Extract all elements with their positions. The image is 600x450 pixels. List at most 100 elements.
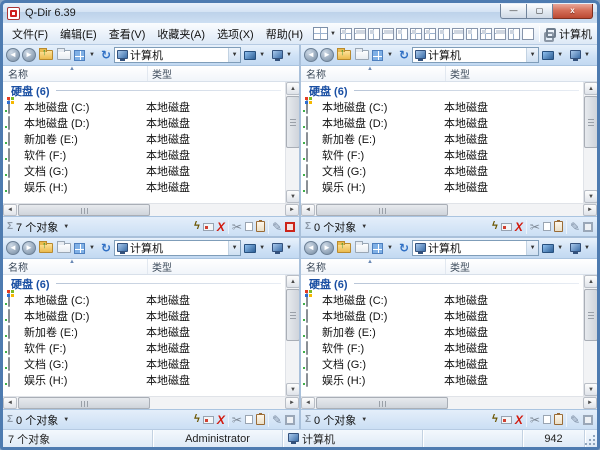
list-item[interactable]: 本地磁盘 (D:)本地磁盘 xyxy=(3,308,285,324)
column-header-type[interactable]: 类型 xyxy=(148,259,299,274)
menu-help[interactable]: 帮助(H) xyxy=(260,24,309,44)
menu-address-label[interactable]: 计算机 xyxy=(559,26,592,42)
active-pane-indicator[interactable] xyxy=(285,415,295,425)
up-folder-button[interactable] xyxy=(39,243,53,253)
scroll-up-icon[interactable]: ▲ xyxy=(584,275,597,288)
list-item[interactable]: 娱乐 (H:)本地磁盘 xyxy=(301,179,583,195)
computer-dropdown-button[interactable]: ▼ xyxy=(569,242,594,255)
list-item[interactable]: 文档 (G:)本地磁盘 xyxy=(3,356,285,372)
list-item[interactable]: 新加卷 (E:)本地磁盘 xyxy=(301,324,583,340)
desktop-dropdown-button[interactable]: ▼ xyxy=(243,50,269,61)
copy-icon[interactable] xyxy=(245,415,253,424)
menu-file[interactable]: 文件(F) xyxy=(6,24,54,44)
link-icon[interactable] xyxy=(544,28,556,40)
rename-icon[interactable] xyxy=(501,416,512,424)
vertical-scrollbar[interactable]: ▲ ▼ xyxy=(583,275,597,396)
paste-icon[interactable] xyxy=(554,414,563,425)
folder-button[interactable] xyxy=(57,243,71,253)
vertical-scrollbar[interactable]: ▲ ▼ xyxy=(583,82,597,203)
address-combo[interactable]: 计算机 ▼ xyxy=(114,240,241,256)
flash-icon[interactable]: ϟ xyxy=(492,221,498,232)
scroll-down-icon[interactable]: ▼ xyxy=(286,383,299,396)
minimize-button[interactable]: — xyxy=(500,4,527,19)
list-item[interactable]: 本地磁盘 (D:)本地磁盘 xyxy=(3,115,285,131)
layout-option-icon-14[interactable] xyxy=(522,28,534,40)
object-count[interactable]: 0 个对象 xyxy=(314,412,356,428)
menu-options[interactable]: 选项(X) xyxy=(211,24,260,44)
list-item[interactable]: 本地磁盘 (C:)本地磁盘 xyxy=(301,99,583,115)
scrollbar-thumb[interactable] xyxy=(316,204,448,216)
close-button[interactable]: x xyxy=(553,4,593,19)
cut-icon[interactable]: ✂ xyxy=(530,221,540,233)
column-header-name[interactable]: 名称▲ xyxy=(3,66,148,81)
computer-dropdown-button[interactable]: ▼ xyxy=(271,49,296,62)
back-button[interactable]: ◄ xyxy=(6,241,20,255)
list-item[interactable]: 娱乐 (H:)本地磁盘 xyxy=(3,372,285,388)
column-header-name[interactable]: 名称▲ xyxy=(301,259,446,274)
column-header-name[interactable]: 名称▲ xyxy=(301,66,446,81)
layout-option-icon-9[interactable] xyxy=(452,28,464,40)
layout-option-icon-4[interactable] xyxy=(382,28,394,40)
paste-icon[interactable] xyxy=(256,414,265,425)
views-button[interactable] xyxy=(74,243,85,254)
scroll-down-icon[interactable]: ▼ xyxy=(584,383,597,396)
computer-dropdown-button[interactable]: ▼ xyxy=(271,242,296,255)
list-item[interactable]: 新加卷 (E:)本地磁盘 xyxy=(3,324,285,340)
active-pane-indicator[interactable] xyxy=(583,415,593,425)
delete-icon[interactable]: X xyxy=(515,221,523,233)
forward-button[interactable]: ► xyxy=(22,241,36,255)
active-pane-indicator[interactable] xyxy=(285,222,295,232)
scroll-left-icon[interactable]: ◄ xyxy=(3,204,17,216)
resize-grip[interactable] xyxy=(585,430,597,447)
forward-button[interactable]: ► xyxy=(320,241,334,255)
delete-icon[interactable]: X xyxy=(217,221,225,233)
folder-button[interactable] xyxy=(355,243,369,253)
edit-pen-icon[interactable]: ✎ xyxy=(272,221,282,233)
vertical-scrollbar[interactable]: ▲ ▼ xyxy=(285,82,299,203)
chevron-down-icon[interactable]: ▼ xyxy=(361,417,367,423)
address-combo[interactable]: 计算机 ▼ xyxy=(412,47,539,63)
combo-dropdown-button[interactable]: ▼ xyxy=(526,48,538,62)
vertical-scrollbar[interactable]: ▲ ▼ xyxy=(285,275,299,396)
back-button[interactable]: ◄ xyxy=(304,48,318,62)
list-item[interactable]: 本地磁盘 (D:)本地磁盘 xyxy=(301,115,583,131)
layout-option-icon-11[interactable] xyxy=(480,28,492,40)
list-item[interactable]: 本地磁盘 (C:)本地磁盘 xyxy=(3,99,285,115)
layout-option-icon-6[interactable] xyxy=(410,28,422,40)
refresh-button[interactable]: ↻ xyxy=(101,242,111,254)
column-header-type[interactable]: 类型 xyxy=(446,66,597,81)
column-header-name[interactable]: 名称▲ xyxy=(3,259,148,274)
object-count[interactable]: 0 个对象 xyxy=(16,412,58,428)
menu-favorites[interactable]: 收藏夹(A) xyxy=(151,24,211,44)
list-item[interactable]: 本地磁盘 (D:)本地磁盘 xyxy=(301,308,583,324)
layout-option-icon-5[interactable] xyxy=(396,28,408,40)
delete-icon[interactable]: X xyxy=(515,414,523,426)
scrollbar-thumb[interactable] xyxy=(18,204,150,216)
chevron-down-icon[interactable]: ▼ xyxy=(63,417,69,423)
edit-pen-icon[interactable]: ✎ xyxy=(570,414,580,426)
chevron-down-icon[interactable]: ▼ xyxy=(387,245,393,251)
chevron-down-icon[interactable]: ▼ xyxy=(63,224,69,230)
forward-button[interactable]: ► xyxy=(22,48,36,62)
cut-icon[interactable]: ✂ xyxy=(232,221,242,233)
layout-option-icon-8[interactable] xyxy=(438,28,450,40)
layout-option-icon-7[interactable] xyxy=(424,28,436,40)
scroll-right-icon[interactable]: ► xyxy=(583,397,597,409)
scroll-up-icon[interactable]: ▲ xyxy=(286,82,299,95)
menu-view[interactable]: 查看(V) xyxy=(103,24,152,44)
list-item[interactable]: 文档 (G:)本地磁盘 xyxy=(301,356,583,372)
chevron-down-icon[interactable]: ▼ xyxy=(387,52,393,58)
address-combo[interactable]: 计算机 ▼ xyxy=(412,240,539,256)
scroll-down-icon[interactable]: ▼ xyxy=(584,190,597,203)
list-item[interactable]: 软件 (F:)本地磁盘 xyxy=(301,147,583,163)
scroll-up-icon[interactable]: ▲ xyxy=(286,275,299,288)
refresh-button[interactable]: ↻ xyxy=(399,242,409,254)
back-button[interactable]: ◄ xyxy=(6,48,20,62)
list-item[interactable]: 软件 (F:)本地磁盘 xyxy=(3,340,285,356)
forward-button[interactable]: ► xyxy=(320,48,334,62)
cut-icon[interactable]: ✂ xyxy=(232,414,242,426)
scroll-left-icon[interactable]: ◄ xyxy=(301,204,315,216)
scroll-right-icon[interactable]: ► xyxy=(285,204,299,216)
scrollbar-thumb[interactable] xyxy=(584,289,597,341)
combo-dropdown-button[interactable]: ▼ xyxy=(526,241,538,255)
